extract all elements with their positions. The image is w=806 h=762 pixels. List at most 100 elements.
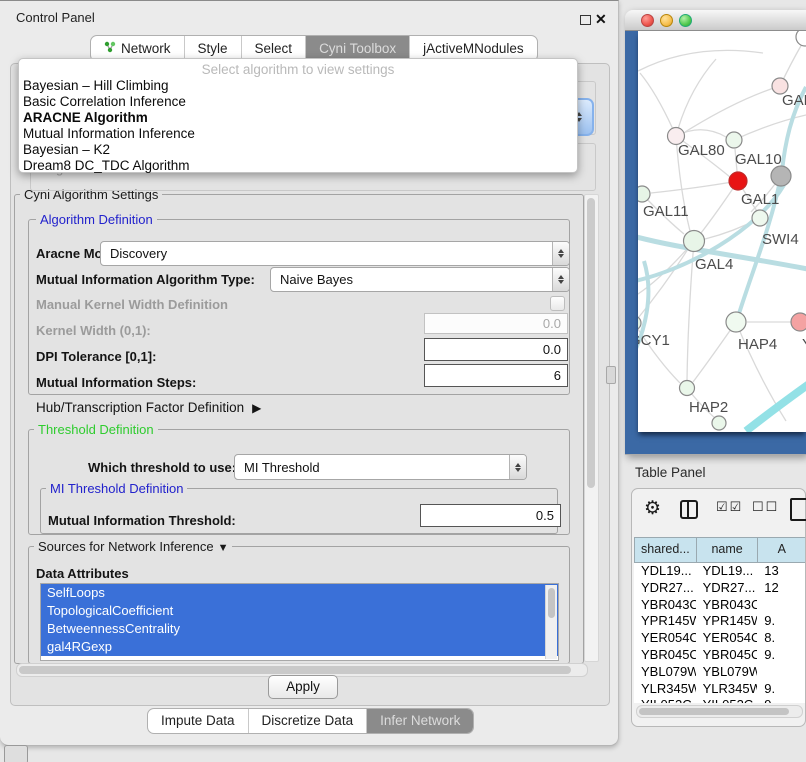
data-attribute-betweennesscentrality[interactable]: BetweennessCentrality (41, 620, 558, 638)
network-node-swi4[interactable] (752, 210, 768, 226)
file-icon[interactable] (790, 498, 806, 521)
mi-algorithm-type-combo[interactable]: Naive Bayes (270, 267, 570, 292)
network-node-y[interactable] (791, 313, 806, 331)
network-node-unlabeled[interactable] (796, 31, 806, 46)
table-row[interactable]: YDL19...YDL19...13 (634, 563, 805, 580)
network-edge[interactable] (685, 86, 780, 132)
table-row[interactable]: YPR145WYPR145W9. (634, 613, 805, 630)
network-node-hap2[interactable] (680, 381, 695, 396)
aracne-mode-combo[interactable]: Discovery (100, 241, 570, 266)
network-node-gal4[interactable] (684, 231, 705, 252)
network-edge[interactable] (676, 59, 716, 136)
network-edge[interactable] (693, 322, 736, 382)
node-label: GAL1 (741, 191, 779, 208)
network-edge[interactable] (651, 181, 738, 193)
columns-icon[interactable] (680, 500, 698, 519)
network-window-titlebar[interactable] (625, 10, 806, 31)
split-pane-divider-handle[interactable] (606, 366, 616, 384)
algorithm-option-aracne-algorithm[interactable]: ARACNE Algorithm (19, 110, 577, 126)
node-label: GAL11 (643, 203, 689, 220)
table-horizontal-scrollbar[interactable] (636, 705, 803, 718)
sources-toggle[interactable]: Sources for Network Inference▼ (34, 539, 232, 554)
column-header-a[interactable]: A (757, 538, 805, 562)
combo-stepper-icon (552, 242, 569, 265)
table-cell: YBL079W (696, 664, 758, 681)
close-traffic-light-icon[interactable] (641, 14, 654, 27)
table-row[interactable]: YIL052CYIL052C9 (634, 697, 805, 703)
kernel-width-label: Kernel Width (0,1): (36, 323, 151, 338)
dpi-tolerance-field[interactable] (424, 338, 568, 361)
float-window-icon[interactable] (580, 15, 591, 25)
network-node-gal1[interactable] (729, 172, 747, 190)
which-threshold-value: MI Threshold (235, 460, 509, 475)
which-threshold-combo[interactable]: MI Threshold (234, 454, 527, 480)
apply-button[interactable]: Apply (268, 675, 338, 699)
table-row[interactable]: YDR27...YDR27...12 (634, 580, 805, 597)
network-node-unlabeled[interactable] (771, 166, 791, 186)
algorithm-option-mutual-information-inference[interactable]: Mutual Information Inference (19, 126, 577, 142)
table-cell: 9. (757, 613, 805, 630)
close-icon[interactable]: ✕ (595, 11, 607, 28)
select-all-icon[interactable]: ☑☑ (716, 499, 743, 515)
network-edge[interactable] (734, 115, 806, 140)
table-cell: YBR045C (696, 647, 758, 664)
minimize-traffic-light-icon[interactable] (660, 14, 673, 27)
mi-steps-field[interactable] (424, 364, 568, 387)
hub-definition-toggle[interactable]: Hub/Transcription Factor Definition▶ (36, 400, 261, 415)
algorithm-option-basic-correlation-inference[interactable]: Basic Correlation Inference (19, 94, 577, 110)
tab-discretize-data[interactable]: Discretize Data (248, 709, 367, 733)
data-attribute-gal4rgexp[interactable]: gal4RGexp (41, 638, 558, 656)
mi-threshold-field[interactable] (420, 504, 561, 527)
network-node-gal11[interactable] (638, 186, 650, 202)
data-attribute-topologicalcoefficient[interactable]: TopologicalCoefficient (41, 602, 558, 620)
network-edge[interactable] (746, 379, 806, 431)
scrollbar-thumb[interactable] (639, 708, 789, 715)
data-attribute-selfloops[interactable]: SelfLoops (41, 584, 558, 602)
manual-kernel-width-label: Manual Kernel Width Definition (36, 297, 228, 312)
desktop: Control Panel ✕ NetworkStyleSelectCyni T… (0, 0, 806, 762)
table-cell: YLR345W (696, 681, 758, 698)
network-node-unlabeled[interactable] (712, 416, 726, 430)
table-cell: YIL052C (696, 697, 758, 703)
manual-kernel-width-checkbox[interactable] (550, 296, 565, 311)
table-body: YDL19...YDL19...13YDR27...YDR27...12YBR0… (634, 563, 805, 703)
network-canvas[interactable]: GALGAL80GAL10GAL1GAL11SWI4GAL4GCY1HAP4YH… (638, 31, 806, 432)
scrollbar-thumb[interactable] (19, 666, 571, 674)
control-panel-window: Control Panel ✕ NetworkStyleSelectCyni T… (0, 0, 619, 746)
table-row[interactable]: YER054CYER054C8. (634, 630, 805, 647)
column-header-name[interactable]: name (696, 538, 758, 562)
tab-impute-data[interactable]: Impute Data (148, 709, 248, 733)
algorithm-option-bayesian-k2[interactable]: Bayesian – K2 (19, 142, 577, 158)
gear-icon[interactable]: ⚙ (644, 497, 661, 520)
table-panel-title: Table Panel (635, 465, 706, 480)
column-header-shared[interactable]: shared... (634, 538, 696, 562)
network-node-gal10[interactable] (726, 132, 742, 148)
tab-infer-network[interactable]: Infer Network (366, 709, 473, 733)
table-row[interactable]: YBR043CYBR043C (634, 597, 805, 614)
settings-vertical-scrollbar[interactable] (584, 194, 599, 662)
kernel-width-field[interactable] (424, 313, 568, 334)
attribute-list-scrollbar[interactable] (545, 585, 557, 659)
algorithm-dropdown-prompt: Select algorithm to view settings (19, 61, 577, 78)
mi-algorithm-type-label: Mutual Information Algorithm Type: (36, 272, 255, 287)
mi-threshold-definition-title: MI Threshold Definition (46, 481, 187, 496)
network-edge[interactable] (640, 73, 676, 136)
table-cell: YBL079W (634, 664, 696, 681)
algorithm-option-dream8-dc-tdc-algorithm[interactable]: Dream8 DC_TDC Algorithm (19, 158, 577, 174)
table-row[interactable]: YBR045CYBR045C9. (634, 647, 805, 664)
scrollbar-thumb[interactable] (587, 198, 595, 488)
scrollbar-thumb[interactable] (548, 588, 555, 618)
table-cell: YPR145W (634, 613, 696, 630)
network-node-gcy1[interactable] (638, 316, 641, 330)
table-row[interactable]: YBL079WYBL079W (634, 664, 805, 681)
dpi-tolerance-label: DPI Tolerance [0,1]: (36, 349, 156, 364)
network-node-hap4[interactable] (726, 312, 746, 332)
zoom-traffic-light-icon[interactable] (679, 14, 692, 27)
expand-right-icon: ▶ (252, 401, 261, 415)
table-row[interactable]: YLR345WYLR345W9. (634, 681, 805, 698)
node-label: GAL4 (695, 256, 733, 273)
algorithm-option-bayesian-hill-climbing[interactable]: Bayesian – Hill Climbing (19, 78, 577, 94)
bottom-left-panel-button[interactable] (4, 745, 28, 762)
deselect-all-icon[interactable]: ☐☐ (752, 499, 779, 515)
network-edge[interactable] (638, 50, 763, 71)
